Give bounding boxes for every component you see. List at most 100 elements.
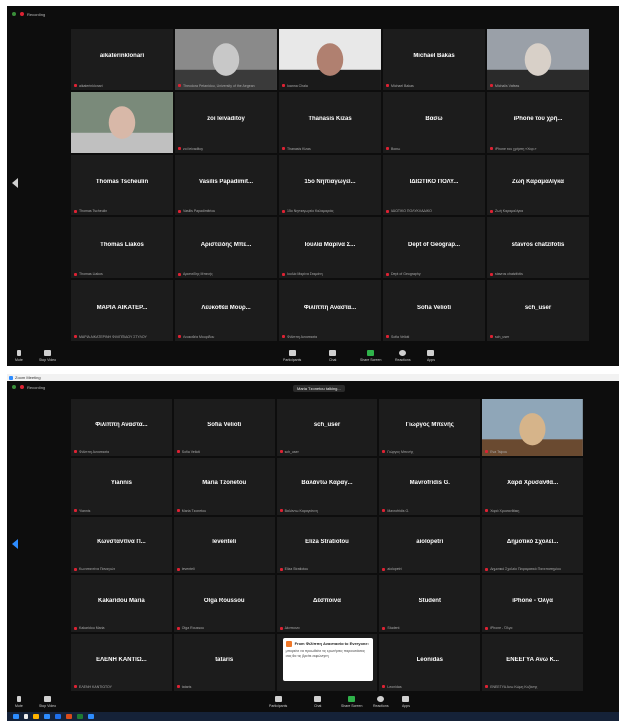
participant-tile[interactable]: Dept of Geograp... Dept of Geography	[383, 217, 485, 279]
participant-tile[interactable]: Γιώργος Μπενής Γιώργος Μπενής	[379, 399, 481, 456]
recording-indicator[interactable]: Recording	[12, 382, 45, 392]
participant-tile[interactable]: Eva Tsipou	[482, 399, 583, 456]
previous-page-arrow[interactable]	[12, 178, 20, 188]
participant-tile[interactable]: Vasilis Papadimit... Vasilis Papadimitrio…	[175, 154, 277, 216]
participant-label-text: Κωνσταντίνα Παναγιώτ	[79, 567, 115, 572]
participant-tile[interactable]: Kakaridou Maria Kakaridou Maria	[71, 575, 172, 633]
participant-tile[interactable]: Thomas Tscheulin Thomas Tscheulin	[71, 154, 173, 216]
participant-tile[interactable]: aikaterinklonari aikaterinklonari	[71, 29, 173, 90]
participant-tile[interactable]: Eliza Stratiotou Eliza Stratiotou	[276, 516, 378, 574]
participant-tile[interactable]: Ζωή Καραμαλίγκα Ζωή Καραμαλίγκα	[487, 154, 589, 216]
powerpoint-icon[interactable]	[66, 714, 72, 719]
reactions-label: Reactions	[373, 704, 389, 708]
recording-dot-icon	[12, 12, 16, 16]
apps-label: Apps	[402, 704, 410, 708]
participant-tile[interactable]: leventeli leventeli	[173, 516, 275, 574]
recording-pause-icon	[20, 12, 24, 16]
participant-tile[interactable]: Φιλίππη Αναστα... Φιλίππη Αναστασία	[279, 280, 381, 341]
participant-tile[interactable]: Olga Roussou Olga Roussou	[173, 575, 275, 633]
participant-tile[interactable]: aiolopetri aiolopetri	[379, 516, 481, 574]
participant-tile[interactable]: Leonidas Leonidas	[379, 634, 481, 691]
stop-video-button[interactable]: Stop Video	[39, 350, 56, 362]
zoom-taskbar-icon[interactable]	[88, 714, 94, 719]
participant-label: Χαρά Χρυσανθάκη	[485, 509, 580, 513]
reactions-button[interactable]: Reactions	[373, 696, 389, 708]
participant-tile[interactable]: Sofia Velioti Sofia Velioti	[383, 280, 485, 341]
recording-indicator[interactable]: Recording	[12, 9, 45, 19]
chat-label: Chat	[314, 704, 322, 708]
participant-tile[interactable]: From Φιλίππη Αναστασία to Everyone: μπορε…	[276, 634, 378, 691]
mute-button[interactable]: Mute	[15, 696, 23, 708]
chat-notification[interactable]: From Φιλίππη Αναστασία to Everyone: μπορε…	[282, 638, 374, 681]
participant-tile[interactable]: Βαλάντω Καραγ... Βαλάντω Καραγιάννη	[276, 457, 378, 515]
apps-button[interactable]: Apps	[402, 696, 410, 708]
participant-name: Δέσποινα	[313, 597, 341, 604]
participant-tile[interactable]: ΕΛΕΝΗ ΚΑΝΤΙΩ... ΕΛΕΝΗ ΚΑΝΤΙΩΤΟΥ	[71, 634, 172, 691]
chat-button[interactable]: Chat	[314, 696, 321, 708]
zoom-window-bottom: Zoom Meeting Recording Maria Tzonetou ta…	[7, 374, 619, 721]
participant-tile[interactable]: iPhone - Όλγα iPhone - Όλγα	[482, 575, 583, 633]
muted-mic-icon	[176, 567, 180, 571]
participant-tile[interactable]: Λευκοθέα Μουρ... Λευκοθέα Μουρίδου	[175, 280, 277, 341]
participant-tile[interactable]: Φιλίππη Αναστα... Φιλίππη Αναστασία	[71, 399, 172, 456]
participant-tile[interactable]: Student Student	[379, 575, 481, 633]
participant-tile[interactable]: stavros chatzifotis stavros chatzifotis	[487, 217, 589, 279]
participant-tile[interactable]: Mavrofridis G. Mavrofridis G.	[379, 457, 481, 515]
chat-icon	[314, 696, 322, 702]
participant-label: aikaterinklonari	[74, 84, 170, 88]
participant-tile[interactable]: ΜΑΡΙΑ ΑΙΚΑΤΕΡ... ΜΑΡΙΑ ΑΙΚΑΤΕΡΙΝΗ ΦΙΛΙΠΠΙ…	[71, 280, 173, 341]
participant-label: Λευκοθέα Μουρίδου	[178, 335, 274, 339]
participant-tile[interactable]: tataris tataris	[173, 634, 275, 691]
participant-tile[interactable]: Bασω Bασω	[383, 91, 485, 153]
chat-message-icon	[285, 641, 292, 648]
muted-mic-icon	[178, 84, 181, 88]
participant-label-text: Χαρά Χρυσανθάκη	[490, 508, 520, 513]
participant-tile[interactable]: iPhone του χρή... iPhone του χρήστη «Χαρ.…	[487, 91, 589, 153]
participant-tile[interactable]: Thanasis Kizas Thanasis Kizas	[279, 91, 381, 153]
participant-tile[interactable]: Theodora Petanidou, University of the Ae…	[175, 29, 277, 90]
participant-tile[interactable]: Αριστείδης Μπε... Αριστείδης Μπενής	[175, 217, 277, 279]
participant-tile[interactable]: Maria Tzonetou Maria Tzonetou	[173, 457, 275, 515]
muted-mic-icon	[490, 272, 493, 276]
browser-icon[interactable]	[44, 714, 50, 719]
participant-tile[interactable]: sch_user sch_user	[276, 399, 378, 456]
participant-tile[interactable]	[71, 91, 173, 153]
participant-label-text: sch_user	[495, 334, 510, 339]
participants-button[interactable]: Participants	[269, 696, 287, 708]
recording-dot-icon	[12, 385, 16, 389]
participant-tile[interactable]: ΙΔΙΩΤΙΚΟ ΠΟΛΥ... ΙΔΙΩΤΙΚΟ ΠΟΛΥΚΛΑΔΙΚΟ	[383, 154, 485, 216]
participant-label-text: Michalis Vafeas	[495, 83, 520, 88]
participant-label: Sofia Velioti	[386, 335, 482, 339]
file-explorer-icon[interactable]	[33, 714, 39, 719]
participant-tile[interactable]: Michalis Vafeas	[487, 29, 589, 90]
participant-tile[interactable]: Sofia Velioti Sofia Velioti	[173, 399, 275, 456]
search-icon[interactable]	[24, 714, 28, 719]
previous-page-arrow[interactable]	[12, 539, 20, 549]
participant-tile[interactable]: Χαρά Χρυσανθά... Χαρά Χρυσανθάκη	[482, 457, 583, 515]
participant-tile[interactable]: zoi leivaditoy zoi leivaditoy	[175, 91, 277, 153]
reactions-button[interactable]: Reactions	[395, 350, 411, 362]
participant-tile[interactable]: Michael Bakas Michael Bakas	[383, 29, 485, 90]
participant-tile[interactable]: Ιουλία Μαρίνα Σ... Ιουλία Μαρίνα Σταμάτη	[279, 217, 381, 279]
participant-tile[interactable]: Yiannis Yiannis	[71, 457, 172, 515]
stop-video-button[interactable]: Stop Video	[39, 696, 56, 708]
participant-tile[interactable]: Δημοτικό Σχολεί... Δημοτικό Σχολείο Πειρα…	[482, 516, 583, 574]
excel-icon[interactable]	[77, 714, 83, 719]
participant-tile[interactable]: Κωνσταντίνα Π... Κωνσταντίνα Παναγιώτ	[71, 516, 172, 574]
participants-button[interactable]: Participants	[283, 350, 301, 362]
participant-tile[interactable]: Thomas Liakos Thomas Liakos	[71, 217, 173, 279]
participant-tile[interactable]: sch_user sch_user	[487, 280, 589, 341]
apps-button[interactable]: Apps	[427, 350, 435, 362]
participant-label-text: Φιλίππη Αναστασία	[287, 334, 318, 339]
chat-button[interactable]: Chat	[329, 350, 336, 362]
participant-tile[interactable]: ΕΝΕΕΓΥΑ Ανω Κ... ΕΝΕΕΓΥΑ Ανω Κώμη Κοζάνης	[482, 634, 583, 691]
participant-tile[interactable]: Ioanna Chala	[279, 29, 381, 90]
share-screen-button[interactable]: Share Screen	[360, 350, 381, 362]
participant-tile[interactable]: 15ο Νηπιαγωγεί... 15ο Νηπιαγωγείο Καλαμαρ…	[279, 154, 381, 216]
muted-mic-icon	[282, 209, 285, 213]
word-icon[interactable]	[55, 714, 61, 719]
participant-tile[interactable]: Δέσποινα Δέσποινα	[276, 575, 378, 633]
mute-button[interactable]: Mute	[15, 350, 23, 362]
start-icon[interactable]	[13, 714, 19, 719]
share-screen-button[interactable]: Share Screen	[341, 696, 362, 708]
